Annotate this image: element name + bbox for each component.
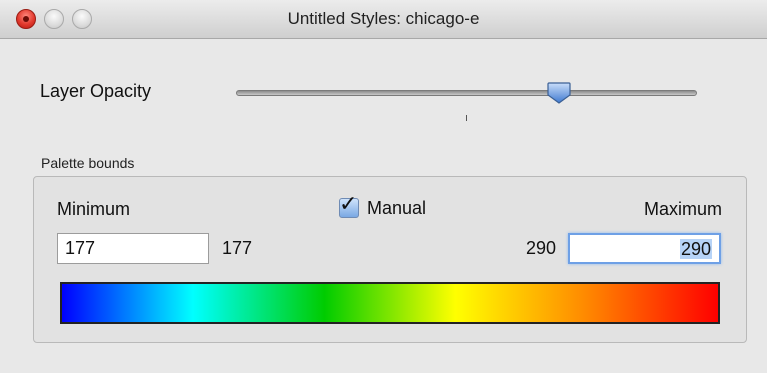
window-title: Untitled Styles: chicago-e [287, 9, 480, 28]
opacity-slider-track[interactable] [236, 90, 697, 96]
minimum-display-value: 177 [222, 238, 253, 258]
minimum-input[interactable]: 177 [57, 233, 209, 264]
maximum-input-selected-text: 290 [679, 239, 712, 259]
maximum-label: Maximum [643, 199, 722, 219]
styles-window: Untitled Styles: chicago-e Layer Opacity… [0, 0, 767, 373]
manual-checkbox[interactable]: ✓ [339, 193, 359, 218]
manual-label: Manual [367, 197, 427, 218]
checkmark-icon: ✓ [339, 191, 358, 216]
maximum-display-value: 290 [526, 238, 557, 258]
opacity-slider-thumb[interactable] [546, 81, 572, 105]
layer-opacity-label: Layer Opacity [40, 81, 152, 101]
minimum-label: Minimum [57, 199, 131, 219]
opacity-slider-tick [466, 115, 467, 121]
palette-color-bar [60, 282, 720, 324]
manual-checkbox-row[interactable]: ✓ Manual [339, 193, 427, 220]
title-bar[interactable]: Untitled Styles: chicago-e [0, 0, 767, 39]
palette-bounds-label: Palette bounds [41, 155, 135, 171]
maximum-input[interactable]: 290 [568, 233, 721, 264]
